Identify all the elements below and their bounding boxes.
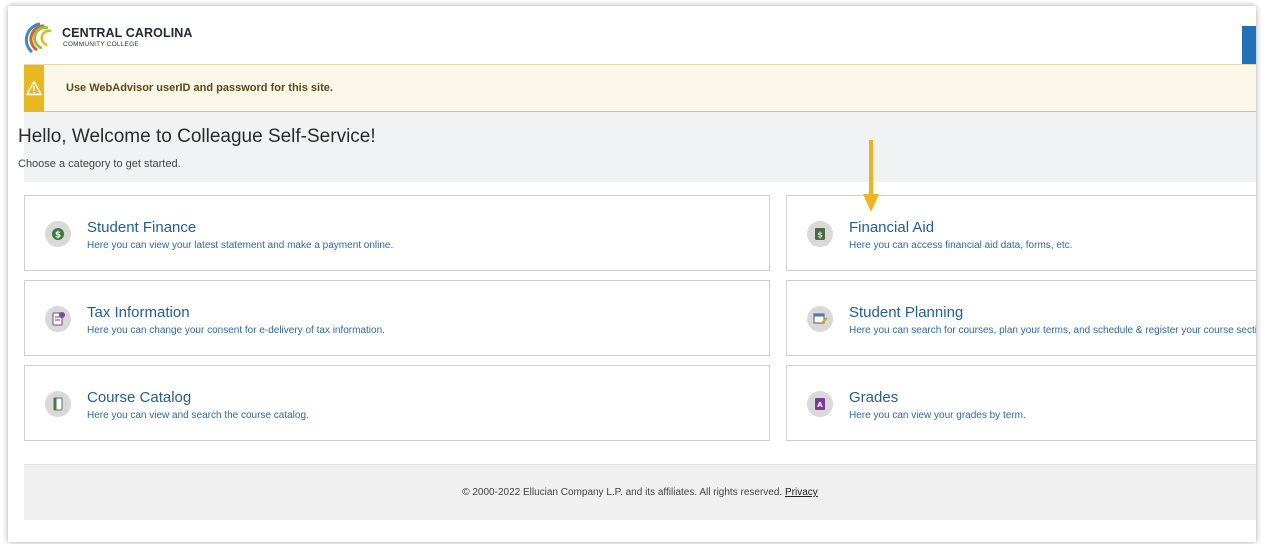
page-title: Hello, Welcome to Colleague Self-Service… [18,126,376,147]
svg-text:A: A [817,401,823,409]
college-name: CENTRAL CAROLINA [62,26,193,40]
svg-text:$: $ [55,231,61,241]
copyright-text: © 2000-2022 Ellucian Company L.P. and it… [462,487,783,498]
card-description: Here you can view your latest statement … [87,240,394,251]
card-title[interactable]: Student Planning [849,304,963,321]
dollar-coin-icon: $ [45,221,71,247]
college-subtitle: COMMUNITY COLLEGE [63,41,139,48]
down-arrow-annotation-icon [863,140,879,212]
header-accent-bar [1242,26,1256,64]
book-icon [45,391,71,417]
card-title[interactable]: Student Finance [87,219,196,236]
page-subtitle: Choose a category to get started. [18,158,181,170]
card-description: Here you can change your consent for e-d… [87,325,385,336]
category-card-financial-aid[interactable]: $ Financial Aid Here you can access fina… [786,195,1256,271]
category-card-grades[interactable]: A Grades Here you can view your grades b… [786,365,1256,441]
card-title[interactable]: Financial Aid [849,219,934,236]
card-title[interactable]: Grades [849,389,898,406]
page-frame: CENTRAL CAROLINA COMMUNITY COLLEGE Use W… [8,6,1256,542]
category-card-student-planning[interactable]: Student Planning Here you can search for… [786,280,1256,356]
category-card-tax-information[interactable]: Tax Information Here you can change your… [24,280,770,356]
tax-document-icon [45,306,71,332]
card-description: Here you can view and search the course … [87,410,309,421]
footer-text: © 2000-2022 Ellucian Company L.P. and it… [24,487,1256,498]
card-title[interactable]: Course Catalog [87,389,191,406]
page-footer: © 2000-2022 Ellucian Company L.P. and it… [24,464,1256,520]
alert-icon-box [24,65,44,112]
card-description: Here you can view your grades by term. [849,410,1026,421]
card-description: Here you can search for courses, plan yo… [849,325,1256,336]
money-document-icon: $ [807,221,833,247]
alert-message: Use WebAdvisor userID and password for t… [66,82,333,94]
login-notice-alert: Use WebAdvisor userID and password for t… [24,64,1256,112]
warning-triangle-icon [26,80,42,96]
ccc-arcs-logo-icon[interactable] [20,20,58,56]
card-description: Here you can access financial aid data, … [849,240,1073,251]
privacy-link[interactable]: Privacy [785,487,818,498]
grade-badge-icon: A [807,391,833,417]
welcome-banner: Hello, Welcome to Colleague Self-Service… [18,112,1256,182]
calendar-pencil-icon [807,306,833,332]
category-card-student-finance[interactable]: $ Student Finance Here you can view your… [24,195,770,271]
category-card-course-catalog[interactable]: Course Catalog Here you can view and sea… [24,365,770,441]
card-title[interactable]: Tax Information [87,304,190,321]
svg-text:$: $ [817,231,823,240]
site-header: CENTRAL CAROLINA COMMUNITY COLLEGE [8,6,1256,64]
